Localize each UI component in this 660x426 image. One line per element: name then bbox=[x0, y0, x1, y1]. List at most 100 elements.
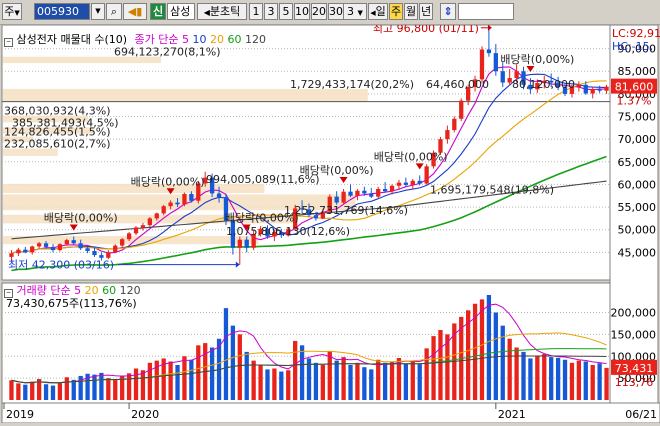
volume-bar bbox=[535, 356, 540, 400]
volume-bar bbox=[113, 379, 118, 400]
price-tick-label: 65,000 bbox=[618, 156, 657, 169]
volume-bar bbox=[50, 385, 56, 400]
volume-bar bbox=[23, 384, 28, 400]
week-button[interactable]: 주 bbox=[389, 3, 403, 20]
volume-bar bbox=[417, 364, 422, 400]
stock-name-field: 삼성 bbox=[167, 3, 195, 20]
volume-bar bbox=[126, 373, 132, 400]
volume-bar bbox=[334, 360, 339, 400]
volume-bar bbox=[57, 382, 63, 400]
volume-profile-label: 232,085,610(2,7%) bbox=[4, 138, 111, 151]
candle-body bbox=[583, 84, 588, 94]
volume-bar bbox=[251, 360, 256, 400]
volume-bar bbox=[237, 334, 242, 400]
volume-bar bbox=[16, 383, 21, 400]
volume-bar bbox=[168, 361, 173, 400]
volume-bar bbox=[133, 368, 139, 400]
candle-body bbox=[486, 49, 492, 54]
volume-bar bbox=[189, 359, 194, 400]
volume-profile-label: 1,729,433,174(20,2%) bbox=[290, 78, 414, 91]
candle-body bbox=[500, 71, 505, 83]
candle-body bbox=[57, 244, 63, 251]
candle-body bbox=[424, 166, 429, 184]
candle-body bbox=[99, 255, 104, 258]
candle-body bbox=[479, 49, 485, 80]
toolbar: 주▼ 005930 ▼ ⌕ ◀▮ 신 삼성 ◀분초틱 1 3 5 10 20 30 3 ▼… bbox=[0, 0, 660, 25]
period-button-3[interactable]: 3 bbox=[264, 3, 278, 20]
collapse-icon: − bbox=[4, 38, 13, 47]
candle-body bbox=[216, 193, 222, 198]
candle-body bbox=[376, 188, 381, 197]
extra-input[interactable] bbox=[458, 3, 514, 20]
code-dropdown-button[interactable]: ▼ bbox=[91, 3, 105, 20]
candle-body bbox=[147, 218, 152, 226]
volume-bar bbox=[265, 369, 270, 400]
volume-bar bbox=[382, 362, 388, 400]
volume-bar bbox=[313, 362, 319, 400]
candle-body bbox=[389, 185, 395, 192]
candle-body bbox=[85, 248, 90, 251]
low-annotation: 최저 42,300 (03/16) bbox=[8, 259, 114, 272]
count-select[interactable]: 3 ▼ bbox=[343, 3, 367, 20]
candle-body bbox=[120, 239, 125, 246]
volume-bar bbox=[272, 368, 277, 400]
candle-body bbox=[355, 190, 360, 196]
scroll-updown-button[interactable]: ⇕ bbox=[440, 3, 456, 20]
volume-bar bbox=[244, 351, 249, 400]
volume-bar bbox=[396, 358, 402, 400]
speaker-button[interactable]: ◀▮ bbox=[123, 3, 147, 20]
candle-body bbox=[237, 239, 242, 248]
volume-bar bbox=[327, 351, 332, 400]
search-icon: ⌕ bbox=[110, 5, 118, 18]
volume-bar bbox=[542, 354, 547, 400]
volume-profile-label: 1,252,731,769(14,6%) bbox=[284, 204, 408, 217]
stock-code-input[interactable]: 005930 bbox=[34, 3, 90, 20]
volume-bar bbox=[71, 379, 76, 400]
year-button[interactable]: 년 bbox=[419, 3, 433, 20]
volume-bar bbox=[403, 363, 409, 400]
candle-body bbox=[182, 193, 187, 205]
volume-bar bbox=[479, 299, 485, 400]
candle-body bbox=[140, 225, 146, 228]
new-badge[interactable]: 신 bbox=[150, 3, 166, 20]
period-button-5[interactable]: 5 bbox=[279, 3, 293, 20]
volume-bar bbox=[140, 370, 146, 400]
period-button-20[interactable]: 20 bbox=[311, 3, 327, 20]
period-button-1[interactable]: 1 bbox=[249, 3, 263, 20]
mode-select[interactable]: 주▼ bbox=[2, 3, 22, 20]
candle-body bbox=[113, 245, 118, 253]
candle-body bbox=[78, 243, 83, 249]
day-button[interactable]: ◀일 bbox=[368, 3, 388, 20]
month-button[interactable]: 월 bbox=[404, 3, 418, 20]
period-button-30[interactable]: 30 bbox=[328, 3, 344, 20]
ma-legend-60: 60 bbox=[224, 33, 242, 46]
dividend-label: 배당락(0,00%) bbox=[500, 53, 574, 66]
count-value: 3 bbox=[347, 5, 355, 18]
ma-legend-periods: 5 10 20 60 120 bbox=[182, 33, 266, 46]
volume-bar bbox=[99, 372, 104, 400]
volume-tick-label: 200,000 bbox=[611, 307, 657, 320]
current-volume-pct-label: 113,76 bbox=[615, 376, 654, 389]
stock-chart-svg[interactable]: 90,00085,00080,00075,00070,00065,00060,0… bbox=[0, 17, 660, 424]
volume-bar bbox=[209, 347, 215, 400]
current-price-label: 81,600 bbox=[615, 81, 654, 94]
dividend-label: 배당락(0,00%) bbox=[225, 212, 299, 225]
candle-body bbox=[43, 243, 49, 247]
volume-bar bbox=[43, 384, 49, 400]
volume-bar bbox=[147, 362, 152, 400]
search-button[interactable]: ⌕ bbox=[106, 3, 122, 20]
price-tick-label: 70,000 bbox=[618, 133, 657, 146]
candle-body bbox=[493, 53, 498, 72]
candle-body bbox=[64, 240, 69, 245]
period-button-10[interactable]: 10 bbox=[294, 3, 310, 20]
volume-profile-label: 64,460,000 bbox=[426, 78, 489, 91]
candle-body bbox=[341, 191, 346, 203]
volume-bar bbox=[507, 338, 512, 400]
candle-body bbox=[168, 202, 173, 207]
candle-body bbox=[410, 180, 415, 185]
volume-bar bbox=[279, 371, 284, 400]
candle-body bbox=[452, 118, 457, 131]
period-tick-button[interactable]: ◀분초틱 bbox=[197, 3, 247, 20]
candle-body bbox=[71, 240, 76, 244]
volume-bar bbox=[64, 377, 69, 400]
